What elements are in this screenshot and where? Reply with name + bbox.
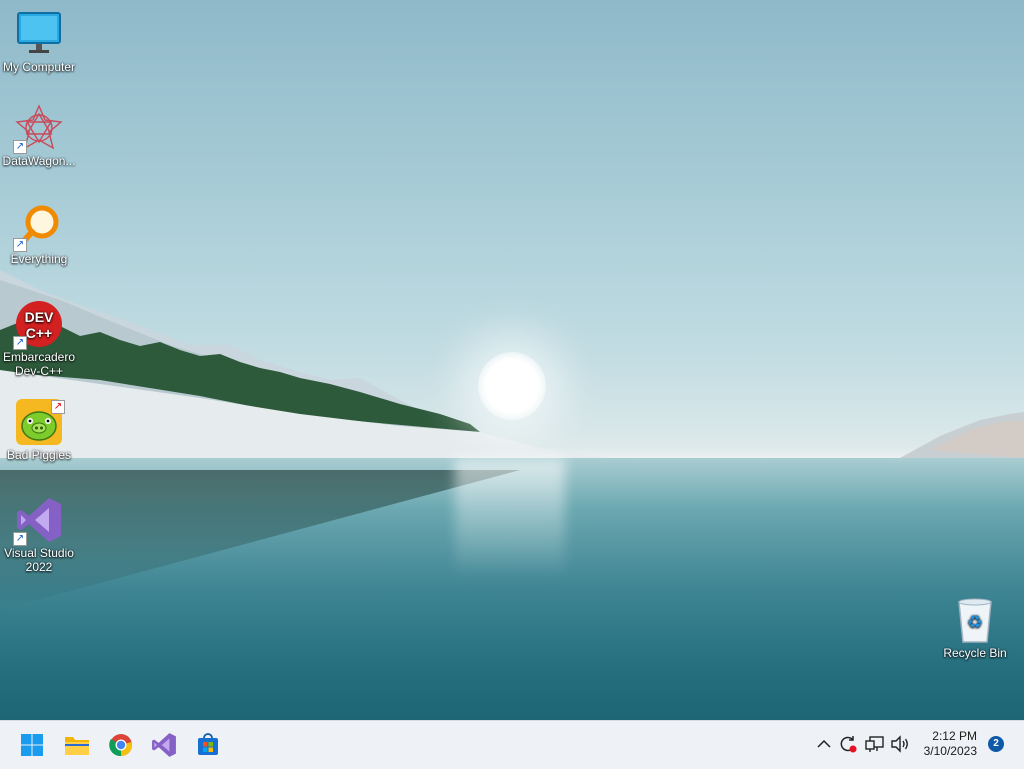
store-icon [198,733,218,755]
visual-studio-taskbar-button[interactable] [148,729,180,761]
desktop-icon-label: Bad Piggies [6,448,72,462]
clock-date: 3/10/2023 [923,744,977,758]
desktop-icon-devcpp[interactable]: DEV C++ ↗ Embarcadero Dev-C++ [0,300,78,378]
datawagon-icon: ↗ [13,104,63,154]
desktop-icon-label: Everything [10,252,68,266]
desktop-icon-my-computer[interactable]: My Computer [0,10,78,74]
network-icon [865,736,884,752]
svg-text:DEV: DEV [25,309,54,325]
pig-icon: ↗ [15,398,65,446]
magnifier-icon: ↗ [13,202,63,252]
desktop-icon-label: Recycle Bin [943,646,1007,660]
shortcut-arrow-icon: ↗ [13,238,27,252]
devcpp-icon: DEV C++ ↗ [13,300,63,350]
svg-text:♻: ♻ [967,612,983,633]
clock-time: 2:12 PM [932,729,977,743]
desktop-icon-everything[interactable]: ↗ Everything [0,202,78,266]
monitor-icon [15,10,63,58]
clock[interactable]: 2:12 PM 3/10/2023 [924,729,977,759]
chrome-icon [109,734,132,757]
desktop-icon-bad-piggies[interactable]: ↗ Bad Piggies [0,398,78,462]
show-hidden-icons-button[interactable] [813,733,835,755]
microsoft-store-button[interactable] [192,729,224,761]
desktop-icon-recycle-bin[interactable]: ♻ Recycle Bin [936,596,1014,660]
taskbar: 2:12 PM 3/10/2023 2 [0,720,1024,769]
desktop-icon-label: DataWagon... [2,154,76,168]
desktop-icon-visual-studio[interactable]: ↗ Visual Studio 2022 [0,496,78,574]
windows-start-icon [21,734,43,756]
chevron-up-icon [817,739,831,748]
volume-tray-button[interactable] [889,733,911,755]
sync-tray-button[interactable] [837,733,859,755]
speaker-icon [891,735,908,753]
svg-text:C++: C++ [26,325,52,341]
desktop-icon-label: My Computer [2,60,76,74]
desktop-icon-label: Visual Studio 2022 [4,546,74,574]
desktop-icon-datawagon[interactable]: ↗ DataWagon... [0,104,78,168]
shortcut-arrow-icon: ↗ [13,336,27,350]
shortcut-arrow-icon: ↗ [51,400,65,414]
sync-icon [840,736,857,753]
notification-badge[interactable]: 2 [988,736,1004,752]
shortcut-arrow-icon: ↗ [13,140,27,154]
start-button[interactable] [16,729,48,761]
folder-icon [65,737,89,755]
file-explorer-button[interactable] [61,729,93,761]
shortcut-arrow-icon: ↗ [13,532,27,546]
desktop-wallpaper [0,0,1024,720]
sun [478,352,546,420]
visual-studio-icon: ↗ [13,496,63,546]
desktop-icon-label: Embarcadero Dev-C++ [2,350,76,378]
visual-studio-icon [152,733,176,757]
recycle-bin-icon: ♻ [951,596,999,644]
network-tray-button[interactable] [864,733,886,755]
chrome-button[interactable] [105,729,137,761]
sun-reflection [455,458,565,578]
